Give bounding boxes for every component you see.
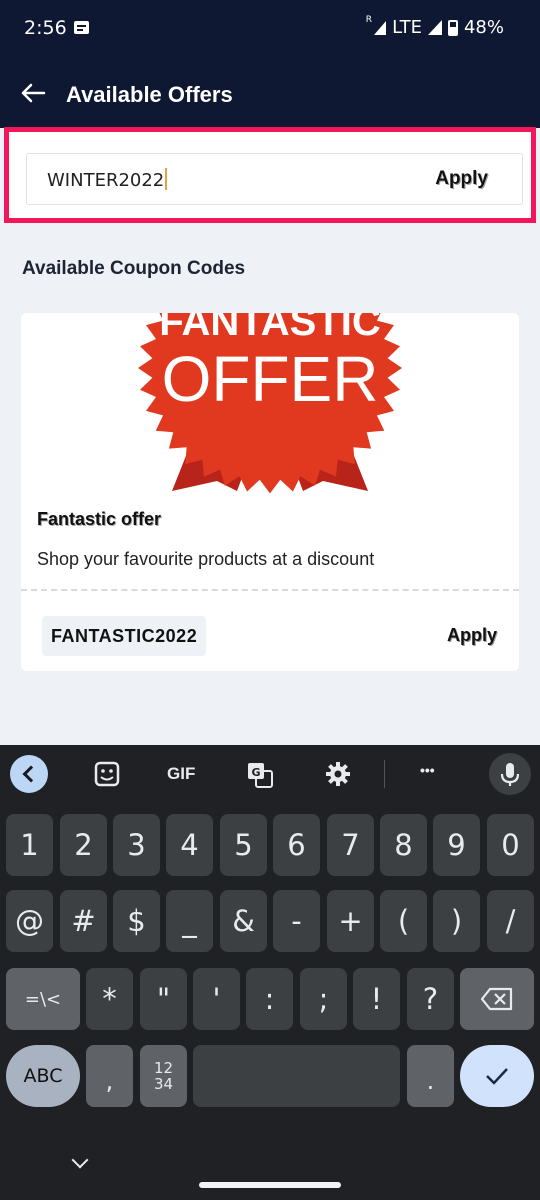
key-exclamation[interactable]: !: [353, 968, 400, 1030]
key-question[interactable]: ?: [407, 968, 454, 1030]
period-key[interactable]: .: [407, 1045, 454, 1107]
fantastic-offer-banner-image: FANTASTIC OFFER: [138, 313, 402, 493]
wifi-icon: [374, 20, 387, 35]
status-time: 2:56: [24, 17, 67, 39]
battery-icon: [447, 19, 458, 36]
comma-key[interactable]: ,: [86, 1045, 133, 1107]
coupon-code-input[interactable]: WINTER2022: [47, 168, 168, 191]
message-notification-icon: [74, 21, 89, 34]
key-asterisk[interactable]: *: [86, 968, 133, 1030]
key-2[interactable]: 2: [60, 814, 107, 876]
coupon-code-chip: FANTASTIC2022: [42, 616, 207, 656]
collapse-toolbar-icon[interactable]: [10, 755, 48, 793]
apply-coupon-button[interactable]: Apply: [435, 168, 488, 190]
key-6[interactable]: 6: [273, 814, 320, 876]
roaming-indicator: R: [365, 14, 373, 25]
page-title: Available Offers: [66, 82, 233, 107]
signal-icon: [427, 20, 442, 35]
battery-level: 48%: [463, 17, 504, 38]
on-screen-keyboard: GIF G ••• 1 2 3 4 5 6 7 8 9 0 @ # $ _ & …: [0, 745, 540, 1200]
key-4[interactable]: 4: [166, 814, 213, 876]
key-ampersand[interactable]: &: [220, 890, 267, 952]
key-double-quote[interactable]: ": [140, 968, 187, 1030]
key-3[interactable]: 3: [113, 814, 160, 876]
key-1[interactable]: 1: [6, 814, 53, 876]
key-colon[interactable]: :: [246, 968, 293, 1030]
backspace-icon: [480, 987, 513, 1011]
key-dollar[interactable]: $: [113, 890, 160, 952]
key-5[interactable]: 5: [220, 814, 267, 876]
dashed-divider: [21, 589, 519, 591]
gif-button[interactable]: GIF: [167, 764, 195, 784]
offer-card[interactable]: FANTASTIC OFFER Fantastic offer Shop you…: [21, 313, 519, 671]
numpad-key[interactable]: 12 34: [140, 1045, 187, 1107]
translate-icon[interactable]: G: [246, 761, 274, 789]
key-7[interactable]: 7: [327, 814, 374, 876]
key-0[interactable]: 0: [487, 814, 534, 876]
offer-description: Shop your favourite products at a discou…: [37, 549, 375, 569]
banner-line1: FANTASTIC: [159, 313, 380, 344]
key-slash[interactable]: /: [487, 890, 534, 952]
space-bar[interactable]: [193, 1045, 400, 1107]
status-bar: 2:56 R LTE 48%: [0, 0, 540, 58]
banner-line2: OFFER: [162, 343, 379, 415]
settings-gear-icon[interactable]: [325, 761, 351, 787]
text-cursor: [165, 168, 168, 190]
enter-key[interactable]: [460, 1045, 534, 1107]
key-hash[interactable]: #: [60, 890, 107, 952]
abc-key[interactable]: ABC: [6, 1045, 80, 1107]
svg-text:G: G: [251, 766, 260, 779]
status-indicators: R LTE 48%: [365, 14, 504, 39]
toolbar-separator: [384, 760, 385, 788]
back-arrow-icon[interactable]: [18, 78, 48, 108]
offer-title: Fantastic offer: [37, 509, 162, 529]
key-open-paren[interactable]: (: [380, 890, 427, 952]
microphone-button[interactable]: [489, 753, 531, 795]
key-9[interactable]: 9: [433, 814, 480, 876]
checkmark-icon: [486, 1068, 508, 1085]
keyboard-toolbar: GIF G •••: [0, 745, 540, 803]
microphone-icon: [500, 763, 520, 786]
key-single-quote[interactable]: ': [193, 968, 240, 1030]
key-underscore[interactable]: _: [166, 890, 213, 952]
key-at[interactable]: @: [6, 890, 53, 952]
key-minus[interactable]: -: [273, 890, 320, 952]
coupon-entry-highlight: WINTER2022 Apply: [4, 127, 536, 223]
section-heading: Available Coupon Codes: [22, 258, 246, 279]
key-semicolon[interactable]: ;: [300, 968, 347, 1030]
key-close-paren[interactable]: ): [433, 890, 480, 952]
home-gesture-bar[interactable]: [199, 1182, 341, 1188]
backspace-key[interactable]: [460, 968, 534, 1030]
apply-offer-button[interactable]: Apply: [447, 625, 497, 646]
coupon-code-field[interactable]: WINTER2022 Apply: [26, 153, 523, 205]
sticker-icon[interactable]: [94, 761, 120, 787]
network-type: LTE: [392, 17, 422, 38]
more-options-icon[interactable]: •••: [420, 762, 435, 778]
app-bar: Available Offers: [0, 58, 540, 128]
key-plus[interactable]: +: [327, 890, 374, 952]
key-8[interactable]: 8: [380, 814, 427, 876]
symbols-page-key[interactable]: =\<: [6, 968, 80, 1030]
